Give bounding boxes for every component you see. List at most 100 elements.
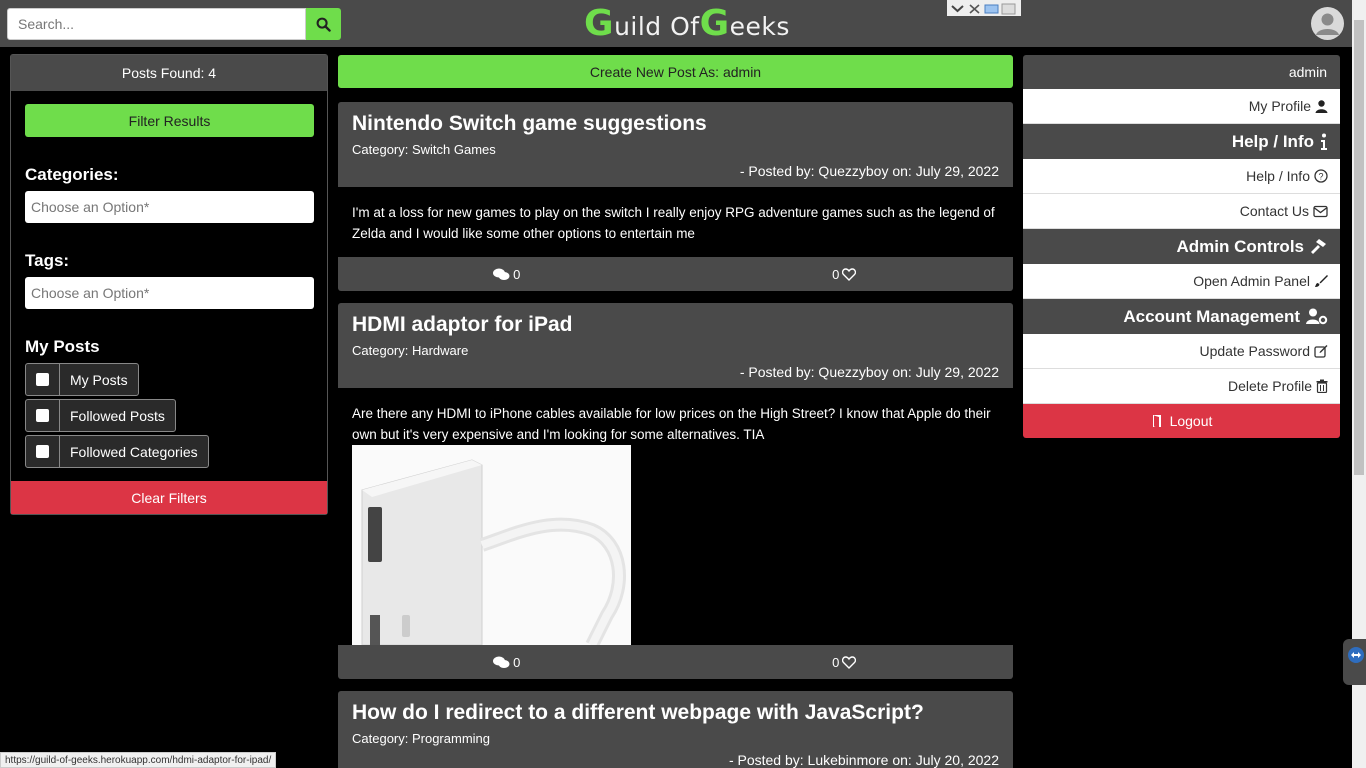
likes-value: 0: [832, 654, 840, 670]
comments-icon: [493, 268, 510, 280]
comments-icon: [493, 656, 510, 668]
chevron-down-icon[interactable]: [950, 2, 965, 14]
logout-button[interactable]: Logout: [1023, 404, 1340, 438]
user-icon: [1315, 99, 1328, 113]
help-info-heading: Help / Info: [1023, 124, 1340, 159]
followed-posts-checkbox[interactable]: Followed Posts: [25, 399, 176, 432]
post-body: I'm at a loss for new games to play on t…: [352, 205, 995, 241]
edit-icon: [1314, 345, 1328, 358]
logo-letter-g2: G: [699, 3, 730, 44]
logo-letter-g1: G: [584, 3, 615, 44]
remote-control-icon: [1348, 647, 1364, 663]
delete-profile-label: Delete Profile: [1227, 378, 1312, 394]
checkbox-box[interactable]: [26, 364, 60, 395]
search-icon: [316, 17, 331, 32]
site-logo[interactable]: Guild Of Geeks: [584, 4, 790, 44]
my-posts-checkbox[interactable]: My Posts: [25, 363, 139, 396]
comments-count[interactable]: 0: [338, 645, 676, 679]
my-posts-heading: My Posts: [25, 337, 100, 356]
post-card[interactable]: Nintendo Switch game suggestions Categor…: [338, 102, 1013, 291]
checkbox-label: Followed Categories: [70, 443, 198, 460]
door-open-icon: [1152, 415, 1161, 428]
comments-count[interactable]: 0: [338, 257, 676, 291]
open-admin-panel-label: Open Admin Panel: [1193, 273, 1310, 289]
trash-icon: [1316, 379, 1328, 393]
info-icon: [1321, 133, 1327, 150]
comments-value: 0: [513, 654, 521, 670]
heart-icon: [842, 655, 857, 669]
teamviewer-side-tab[interactable]: [1343, 639, 1366, 685]
filter-results-button[interactable]: Filter Results: [25, 104, 314, 137]
keyboard-icon[interactable]: [984, 2, 999, 14]
likes-value: 0: [832, 266, 840, 282]
hdmi-adaptor-image: [352, 445, 631, 645]
create-post-button[interactable]: Create New Post As: admin: [338, 55, 1013, 88]
collapse-icon[interactable]: [967, 2, 982, 14]
likes-count[interactable]: 0: [676, 257, 1014, 291]
top-navbar: Guild Of Geeks: [0, 0, 1352, 47]
categories-label: Categories:: [25, 165, 119, 184]
logo-text-2: eeks: [729, 12, 790, 41]
hammer-icon: [1311, 239, 1326, 254]
followed-categories-checkbox[interactable]: Followed Categories: [25, 435, 209, 468]
admin-controls-heading-label: Admin Controls: [1176, 236, 1305, 256]
post-title[interactable]: HDMI adaptor for iPad: [352, 313, 999, 337]
comments-value: 0: [513, 266, 521, 282]
post-category[interactable]: Category: Switch Games: [352, 142, 999, 157]
post-author: - Posted by: Quezzyboy on: July 29, 2022: [739, 364, 999, 380]
svg-text:?: ?: [1318, 172, 1323, 182]
checkbox-label: My Posts: [70, 371, 128, 388]
post-image: [352, 445, 631, 645]
checkbox-box[interactable]: [26, 400, 60, 431]
post-category[interactable]: Category: Hardware: [352, 343, 999, 358]
likes-count[interactable]: 0: [676, 645, 1014, 679]
brush-icon: [1315, 275, 1328, 287]
post-author: - Posted by: Quezzyboy on: July 29, 2022: [739, 163, 999, 179]
post-category[interactable]: Category: Programming: [352, 731, 999, 746]
username-header: admin: [1023, 55, 1340, 89]
help-info-label: Help / Info: [1246, 168, 1310, 184]
post-text: Are there any HDMI to iPhone cables avai…: [352, 406, 991, 442]
post-card[interactable]: HDMI adaptor for iPad Category: Hardware…: [338, 303, 1013, 679]
question-circle-icon: ?: [1314, 169, 1328, 183]
user-gear-icon: [1306, 308, 1328, 325]
search-button[interactable]: [306, 8, 341, 40]
checkbox-label: Followed Posts: [70, 407, 165, 424]
tags-label: Tags:: [25, 251, 70, 270]
post-card[interactable]: How do I redirect to a different webpage…: [338, 691, 1013, 768]
post-header: Nintendo Switch game suggestions Categor…: [338, 102, 1013, 187]
scrollbar-thumb[interactable]: [1354, 20, 1364, 475]
admin-controls-heading: Admin Controls: [1023, 229, 1340, 264]
my-profile-label: My Profile: [1248, 98, 1311, 114]
help-info-heading-label: Help / Info: [1231, 131, 1314, 151]
post-footer: 0 0: [338, 257, 1013, 291]
post-author: - Posted by: Lukebinmore on: July 20, 20…: [728, 752, 999, 768]
grid-icon[interactable]: [1001, 2, 1016, 15]
search-form: [7, 8, 341, 40]
delete-profile-link[interactable]: Delete Profile: [1023, 369, 1340, 404]
post-header: HDMI adaptor for iPad Category: Hardware…: [338, 303, 1013, 388]
help-info-link[interactable]: Help / Info ?: [1023, 159, 1340, 194]
filter-panel: Posts Found: 4 Filter Results Categories…: [10, 54, 328, 515]
post-header: How do I redirect to a different webpage…: [338, 691, 1013, 768]
clear-filters-button[interactable]: Clear Filters: [11, 481, 327, 514]
my-profile-link[interactable]: My Profile: [1023, 89, 1340, 124]
account-management-heading: Account Management: [1023, 299, 1340, 334]
post-footer: 0 0: [338, 645, 1013, 679]
posts-found-count: Posts Found: 4: [11, 55, 327, 91]
status-bar-url: https://guild-of-geeks.herokuapp.com/hdm…: [0, 752, 277, 768]
avatar[interactable]: [1311, 7, 1344, 40]
browser-toolbar-icons[interactable]: [947, 0, 1021, 16]
tags-select[interactable]: Choose an Option*: [25, 277, 314, 309]
categories-select[interactable]: Choose an Option*: [25, 191, 314, 223]
post-title[interactable]: Nintendo Switch game suggestions: [352, 112, 999, 136]
update-password-label: Update Password: [1199, 343, 1310, 359]
post-title[interactable]: How do I redirect to a different webpage…: [352, 701, 999, 725]
open-admin-panel-link[interactable]: Open Admin Panel: [1023, 264, 1340, 299]
logo-text-1: uild Of: [614, 12, 700, 41]
checkbox-box[interactable]: [26, 436, 60, 467]
search-input[interactable]: [7, 8, 306, 40]
contact-us-link[interactable]: Contact Us: [1023, 194, 1340, 229]
update-password-link[interactable]: Update Password: [1023, 334, 1340, 369]
contact-us-label: Contact Us: [1239, 203, 1309, 219]
